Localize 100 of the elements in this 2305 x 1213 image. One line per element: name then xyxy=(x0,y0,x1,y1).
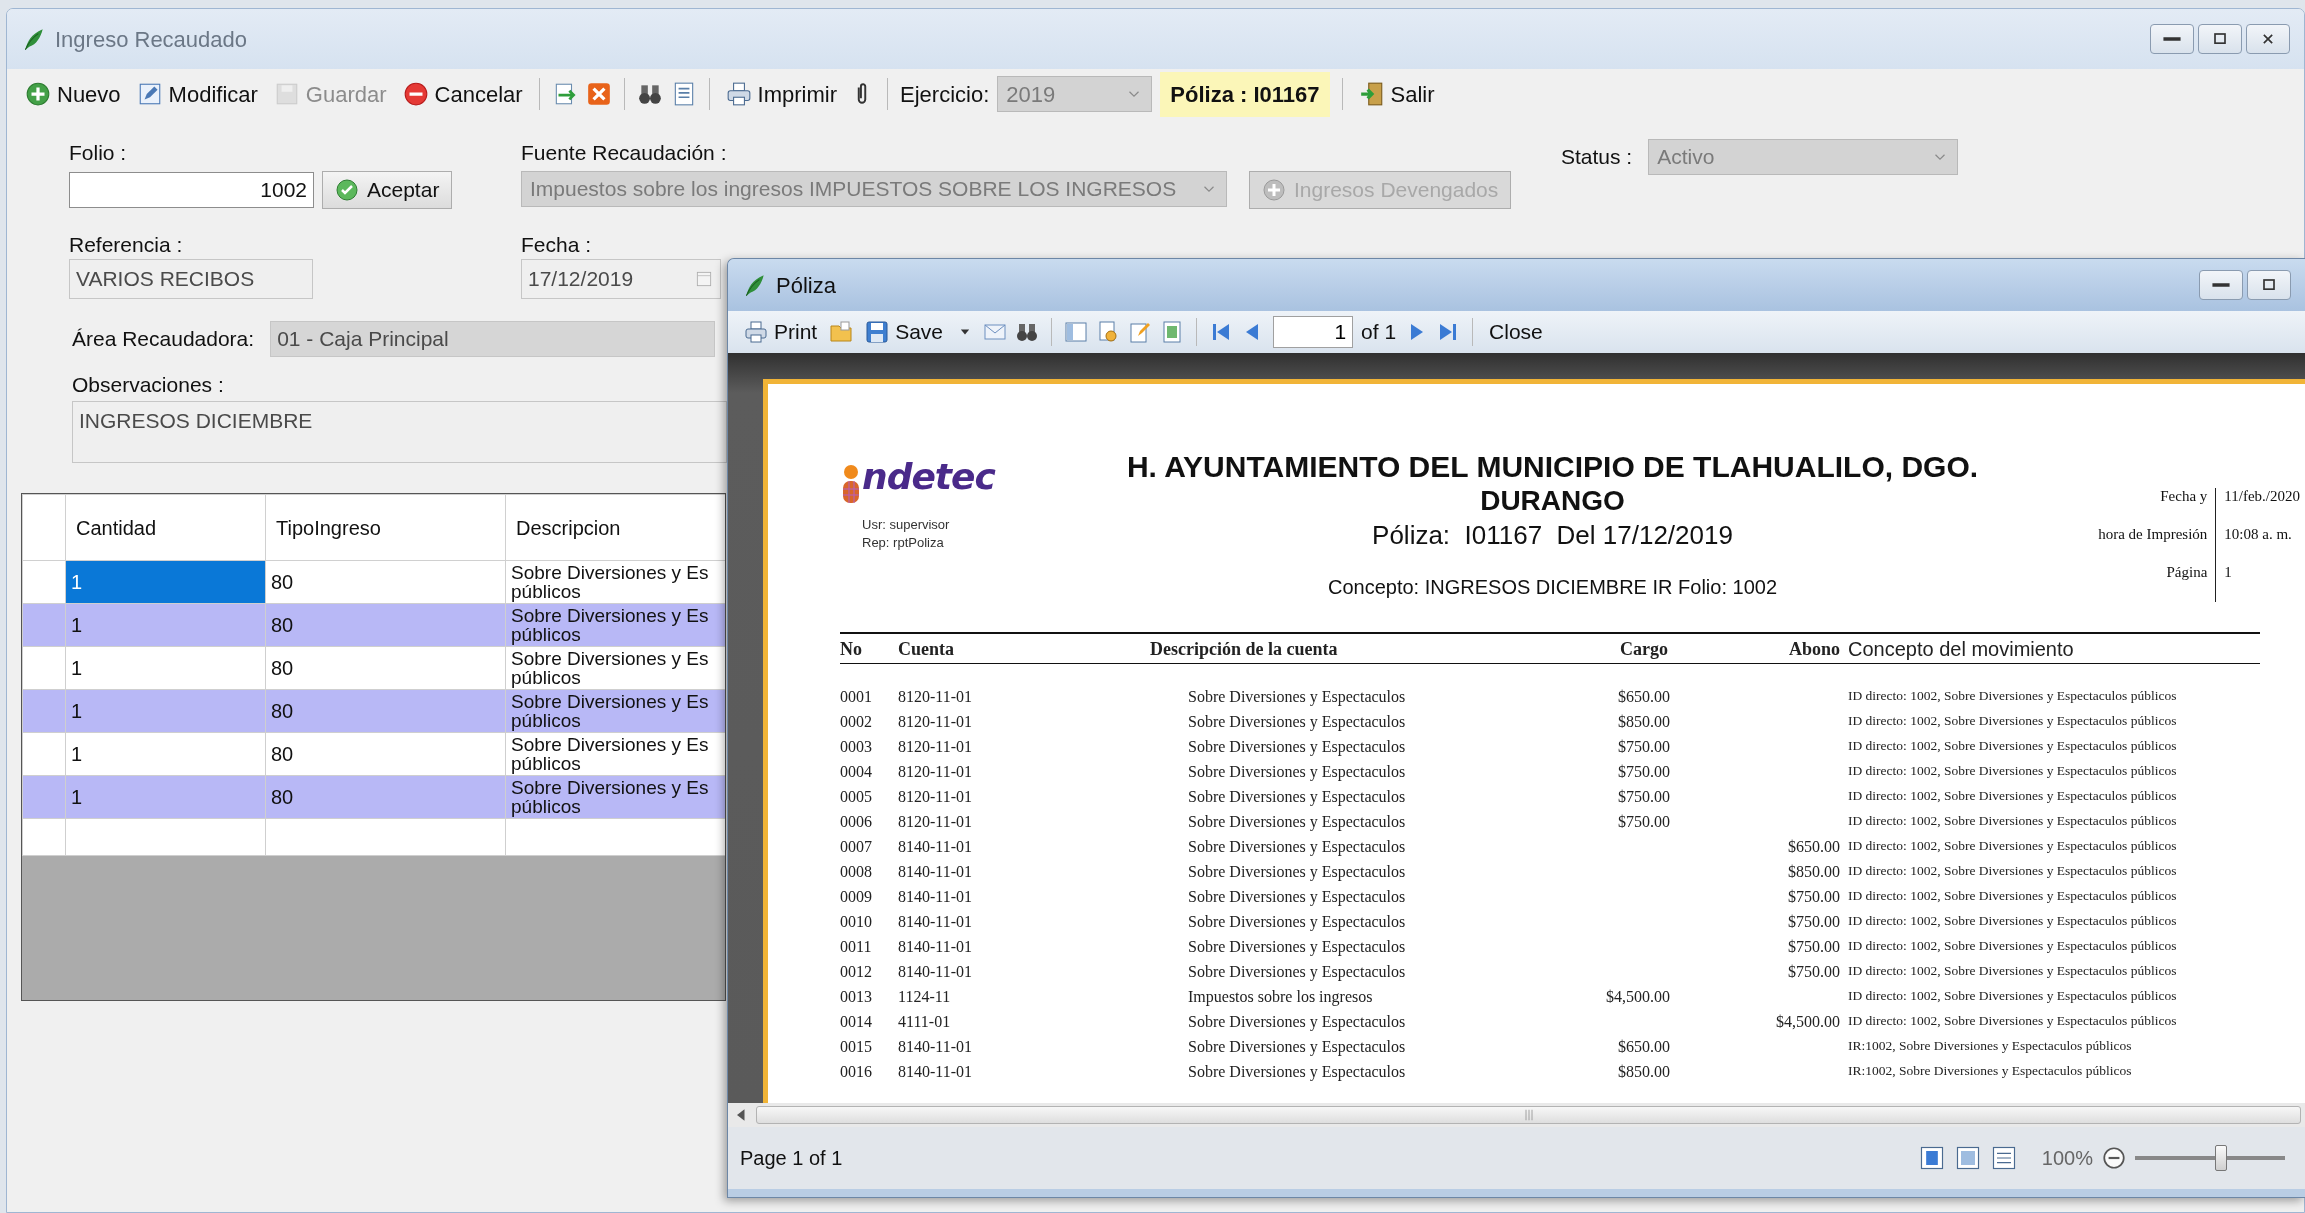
table-cell: ID directo: 1002, Sobre Diversiones y Espectaculos públicos xyxy=(1848,963,2177,979)
toolbar-button[interactable]: Nuevo xyxy=(21,75,125,113)
table-cell[interactable]: 1 xyxy=(65,560,266,604)
table-cell: 4111-01 xyxy=(898,1012,951,1030)
minimize-icon xyxy=(2162,36,2182,42)
table-cell: $750.00 xyxy=(1618,737,1670,755)
table-cell: 0013 xyxy=(840,987,872,1005)
table-cell: ID directo: 1002, Sobre Diversiones y Espectaculos públicos xyxy=(1848,863,2177,879)
column-header[interactable]: Descripcion xyxy=(505,494,725,561)
table-cell: $750.00 xyxy=(1618,787,1670,805)
table-cell: ID directo: 1002, Sobre Diversiones y Espectaculos públicos xyxy=(1848,838,2177,854)
table-cell: $650.00 xyxy=(1618,1037,1670,1055)
calendar-icon xyxy=(694,269,714,289)
x-square-icon[interactable] xyxy=(585,81,612,107)
print-info-value: 1 xyxy=(2223,564,2233,582)
toolbar-button[interactable]: Print xyxy=(740,314,822,350)
scrollbar-thumb[interactable] xyxy=(756,1106,2301,1124)
table-cell[interactable]: 1 xyxy=(65,775,266,819)
table-cell[interactable]: Sobre Diversiones y Es públicos xyxy=(505,603,725,647)
table-cell: Sobre Diversiones y Espectaculos xyxy=(1188,912,1406,930)
toolbar-button[interactable]: Close xyxy=(1485,314,1547,350)
column-header: Abono xyxy=(1787,637,1840,661)
folder-icon[interactable] xyxy=(829,320,854,344)
minimize-button[interactable] xyxy=(2150,24,2194,54)
table-cell: $650.00 xyxy=(1618,687,1670,705)
table-cell: 8140-11-01 xyxy=(898,862,973,880)
table-cell: 8140-11-01 xyxy=(898,962,973,980)
printer-icon xyxy=(744,320,768,344)
table-cell: 0016 xyxy=(840,1062,872,1080)
page-number-field[interactable]: 1 xyxy=(1273,316,1354,348)
table-cell: Sobre Diversiones y Espectaculos xyxy=(1188,737,1406,755)
column-header[interactable]: TipoIngreso xyxy=(265,494,506,561)
column-header: Descripción de la cuenta xyxy=(1149,637,1339,661)
maximize-button[interactable] xyxy=(2247,270,2291,300)
table-cell: ID directo: 1002, Sobre Diversiones y Espectaculos públicos xyxy=(1848,688,2177,704)
table-cell[interactable]: Sobre Diversiones y Es públicos xyxy=(505,560,725,604)
door-arrow-icon xyxy=(1358,81,1385,107)
logo-globe-icon xyxy=(840,464,862,504)
table-cell: 0006 xyxy=(840,812,872,830)
table-cell: Sobre Diversiones y Espectaculos xyxy=(1188,687,1406,705)
table-cell[interactable]: Sobre Diversiones y Es públicos xyxy=(505,646,725,690)
table-cell[interactable]: 80 xyxy=(265,732,506,776)
toolbar-button[interactable]: Imprimir xyxy=(721,75,842,113)
table-cell: Sobre Diversiones y Espectaculos xyxy=(1188,887,1406,905)
table-cell: 8120-11-01 xyxy=(898,787,973,805)
print-info-label: Página xyxy=(2098,564,2217,602)
table-cell: 8140-11-01 xyxy=(898,887,973,905)
field-label: Folio : xyxy=(69,140,128,166)
page-pencil-icon[interactable] xyxy=(1128,320,1153,344)
table-cell: ID directo: 1002, Sobre Diversiones y Espectaculos públicos xyxy=(1848,1013,2177,1029)
user-label: Usr: supervisor xyxy=(862,516,951,534)
table-cell[interactable]: 80 xyxy=(265,603,506,647)
minimize-button[interactable] xyxy=(2199,270,2243,300)
table-cell: $650.00 xyxy=(1788,837,1840,855)
table-cell: 8120-11-01 xyxy=(898,687,973,705)
accept-button[interactable]: Aceptar xyxy=(322,171,453,209)
table-cell[interactable]: 1 xyxy=(65,689,266,733)
table-cell[interactable]: Sobre Diversiones y Es públicos xyxy=(505,689,725,733)
table-cell: $4,500.00 xyxy=(1776,1012,1840,1030)
folio-field[interactable]: 1002 xyxy=(69,172,314,208)
table-cell: Sobre Diversiones y Espectaculos xyxy=(1188,787,1406,805)
close-button[interactable] xyxy=(2246,24,2290,54)
zoom-level-label: 100% xyxy=(2041,1146,2093,1171)
table-cell[interactable]: Sobre Diversiones y Es públicos xyxy=(505,732,725,776)
print-info-label: Fecha y xyxy=(2098,488,2217,526)
plus-circle-icon xyxy=(25,81,51,107)
toolbar-button[interactable]: Modificar xyxy=(132,75,262,113)
field-label: Status : xyxy=(1561,144,1633,171)
table-cell[interactable]: 80 xyxy=(265,689,506,733)
toolbar-button[interactable]: Salir xyxy=(1354,75,1439,113)
table-cell: 8140-11-01 xyxy=(898,912,973,930)
table-cell: ID directo: 1002, Sobre Diversiones y Espectaculos públicos xyxy=(1848,738,2177,754)
slider-thumb[interactable] xyxy=(2214,1145,2227,1171)
column-header: No xyxy=(840,637,863,661)
panel-icon[interactable] xyxy=(1064,320,1089,344)
table-cell: $750.00 xyxy=(1618,762,1670,780)
table-cell: 8140-11-01 xyxy=(898,837,973,855)
table-cell[interactable]: 1 xyxy=(65,603,266,647)
table-cell[interactable]: 80 xyxy=(265,775,506,819)
table-cell: Sobre Diversiones y Espectaculos xyxy=(1188,1037,1406,1055)
maximize-button[interactable] xyxy=(2198,24,2242,54)
table-cell: 0002 xyxy=(840,712,872,730)
table-cell: ID directo: 1002, Sobre Diversiones y Espectaculos públicos xyxy=(1848,788,2177,804)
toolbar-button[interactable]: Cancelar xyxy=(398,75,527,113)
page-status-text: Page 1 of 1 xyxy=(740,1146,843,1171)
table-cell[interactable]: 1 xyxy=(65,732,266,776)
table-cell: 0005 xyxy=(840,787,872,805)
table-cell[interactable]: Sobre Diversiones y Es públicos xyxy=(505,775,725,819)
table-cell[interactable]: 80 xyxy=(265,560,506,604)
poliza-line: Póliza: I01167 Del 17/12/2019 xyxy=(1371,519,1734,552)
check-circle-icon xyxy=(335,178,359,202)
toolbar-button[interactable]: Save xyxy=(861,314,948,350)
field-label: Ejercicio: xyxy=(900,80,990,109)
table-cell: 8120-11-01 xyxy=(898,737,973,755)
table-cell[interactable]: 1 xyxy=(65,646,266,690)
table-cell[interactable]: 80 xyxy=(265,646,506,690)
zoom-out-icon[interactable] xyxy=(2101,1145,2127,1171)
window-title: Póliza xyxy=(776,271,836,300)
report-name-label: Rep: rptPoliza xyxy=(862,534,945,552)
column-header[interactable]: Cantidad xyxy=(65,494,266,561)
